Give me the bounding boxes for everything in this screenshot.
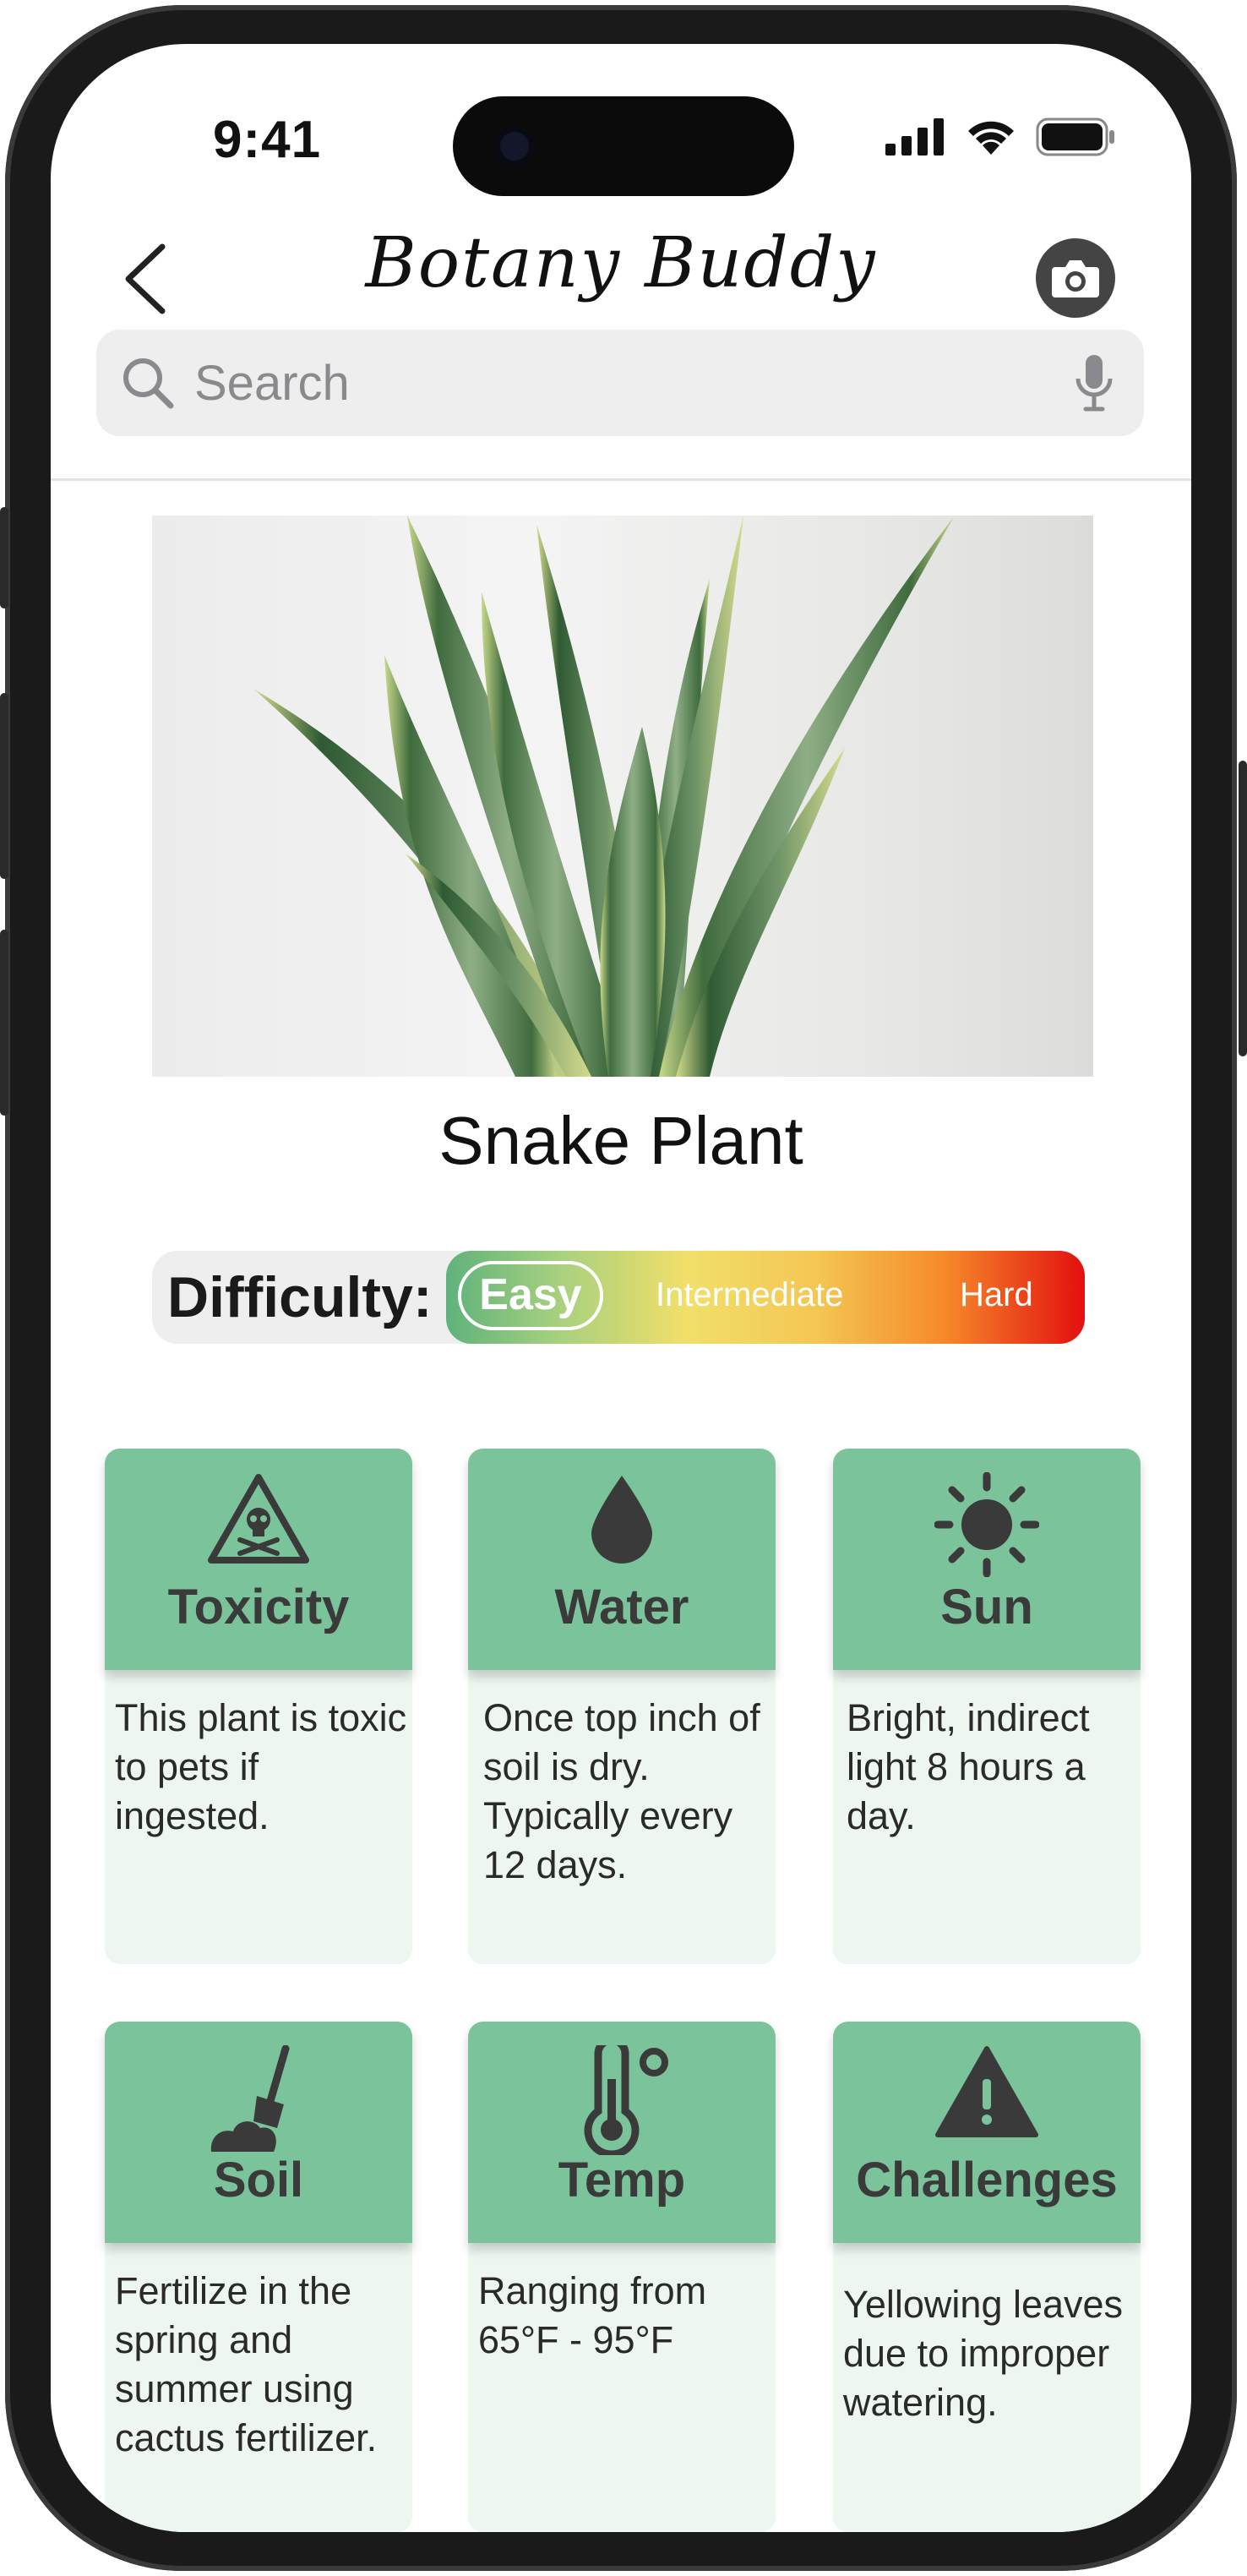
difficulty-intermediate: Intermediate [656, 1276, 844, 1313]
skull-warning-icon [208, 1474, 309, 1564]
action-button [0, 507, 8, 609]
card-title: Toxicity [167, 1580, 350, 1635]
status-icons [885, 113, 1117, 161]
card-text: This plant is toxic to pets if ingested. [115, 1696, 407, 1837]
card-text: Fertilize in the spring and summer using… [115, 2269, 378, 2459]
card-header: Soil [105, 2022, 412, 2243]
card-text: Bright, indirect light 8 hours a day. [847, 1696, 1090, 1837]
card-text: Ranging from 65°F - 95°F [478, 2269, 707, 2361]
volume-down-button [0, 930, 8, 1116]
care-card-temp[interactable]: Temp Ranging from 65°F - 95°F [468, 2022, 776, 2532]
plant-name: Snake Plant [438, 1103, 803, 1178]
app-title: Botany Buddy [365, 223, 877, 303]
card-title: Sun [940, 1580, 1033, 1635]
screen: 9:41 Botany Buddy Search Snake Plant Dif… [51, 44, 1191, 2532]
card-header: Water [468, 1449, 776, 1670]
card-title: Temp [558, 2153, 686, 2208]
card-title: Challenges [856, 2153, 1118, 2208]
front-camera [495, 127, 534, 166]
status-time: 9:41 [213, 111, 322, 169]
difficulty-label: Difficulty: [167, 1265, 433, 1329]
thermometer-icon [584, 2045, 668, 2155]
camera-button[interactable] [1036, 238, 1115, 318]
difficulty-hard: Hard [960, 1276, 1033, 1313]
card-text: Yellowing leaves due to improper waterin… [843, 2283, 1124, 2424]
care-card-water[interactable]: Water Once top inch of soil is dry. Typi… [468, 1449, 776, 1964]
difficulty-meter: Difficulty: Easy Intermediate Hard [152, 1251, 1085, 1344]
wifi-icon [968, 121, 1014, 155]
volume-up-button [0, 693, 8, 879]
warning-icon [935, 2046, 1038, 2137]
care-card-sun[interactable]: Sun Bright, indirect light 8 hours a day… [833, 1449, 1141, 1964]
search-icon [123, 358, 174, 409]
camera-icon [1052, 260, 1099, 297]
card-header: Temp [468, 2022, 776, 2243]
card-header: Challenges [833, 2022, 1141, 2243]
dynamic-island [453, 96, 794, 196]
card-header: Toxicity [105, 1449, 412, 1670]
search-bar[interactable] [96, 329, 1144, 437]
snake-plant-image [253, 516, 955, 1077]
difficulty-scale: Easy Intermediate Hard [446, 1251, 1085, 1344]
care-card-soil[interactable]: Soil Fertilize in the spring and summer … [105, 2022, 412, 2532]
card-title: Water [554, 1580, 689, 1635]
difficulty-easy-selected: Easy [458, 1261, 603, 1330]
card-text: Once top inch of soil is dry. Typically … [483, 1696, 760, 1886]
water-drop-icon [591, 1476, 652, 1564]
microphone-icon[interactable] [1073, 353, 1115, 412]
care-card-challenges[interactable]: Challenges Yellowing leaves due to impro… [833, 2022, 1141, 2532]
battery-icon [1036, 117, 1114, 156]
cellular-signal-icon [885, 118, 944, 156]
header-divider [51, 478, 1191, 481]
plant-photo [152, 516, 1093, 1077]
card-header: Sun [833, 1449, 1141, 1670]
search-input[interactable] [193, 329, 1073, 437]
care-card-toxicity[interactable]: Toxicity This plant is toxic to pets if … [105, 1449, 412, 1964]
sun-icon [934, 1472, 1039, 1577]
card-title: Soil [213, 2153, 304, 2208]
power-button [1239, 761, 1247, 1056]
soil-shovel-icon [210, 2045, 290, 2152]
